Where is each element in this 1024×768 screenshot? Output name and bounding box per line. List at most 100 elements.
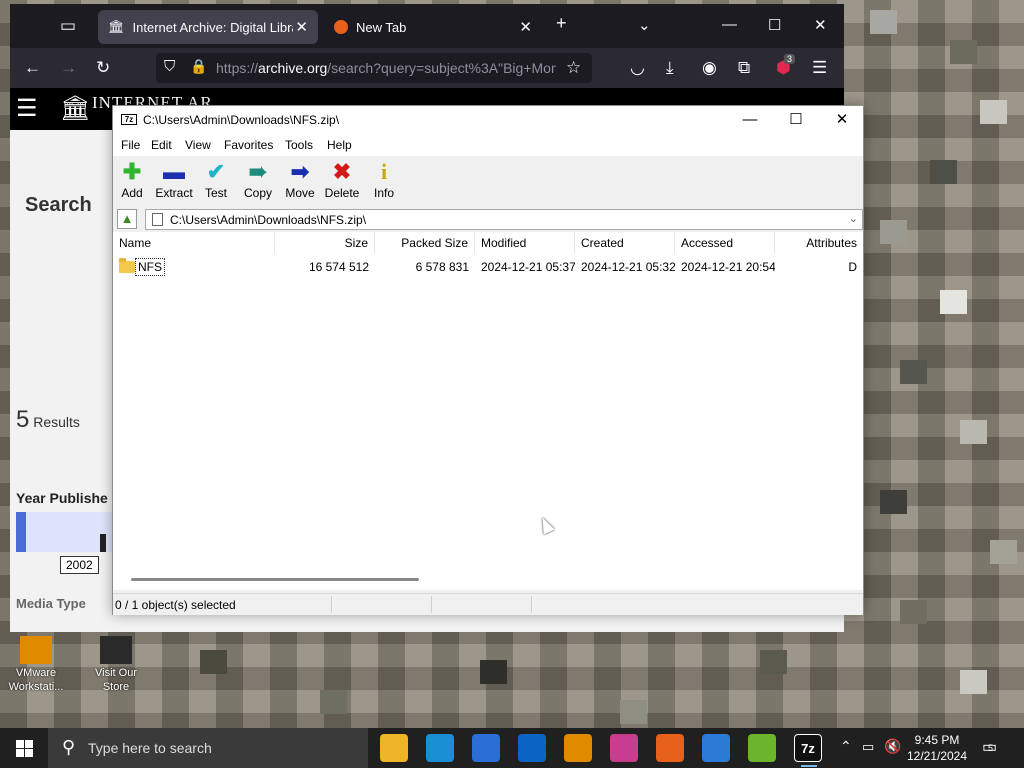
- forward-icon[interactable]: →: [60, 58, 77, 78]
- extract-button[interactable]: ▬ Extract: [153, 160, 195, 201]
- taskbar-app-firefox-icon[interactable]: [656, 734, 684, 762]
- minimize-icon[interactable]: —: [727, 109, 773, 131]
- taskbar-app-app-green-icon[interactable]: [748, 734, 776, 762]
- folder-up-icon[interactable]: ▲: [117, 209, 137, 229]
- chevron-up-icon[interactable]: ⌃: [840, 738, 852, 755]
- close-icon[interactable]: ✕: [814, 16, 827, 34]
- tab-new-tab[interactable]: New Tab ✕: [324, 10, 542, 44]
- menu-help[interactable]: Help: [327, 138, 352, 152]
- menu-file[interactable]: File: [121, 138, 140, 152]
- file-attributes: D: [848, 260, 857, 274]
- tab-title: New Tab: [356, 19, 407, 35]
- url-bar[interactable]: ⛉ 🔒 https://archive.org/search?query=sub…: [156, 53, 592, 83]
- x-icon: ✖: [332, 159, 352, 184]
- tab-internet-archive[interactable]: 🏛 Internet Archive: Digital Library ✕: [98, 10, 318, 44]
- add-button[interactable]: ✚ Add: [111, 159, 153, 201]
- copy-arrows-icon: ➠: [248, 159, 268, 184]
- hamburger-icon[interactable]: ☰: [16, 94, 38, 123]
- maximize-icon[interactable]: ☐: [773, 109, 819, 131]
- extension-badge: 3: [784, 54, 796, 64]
- navigation-bar: ← → ↻ ⛉ 🔒 https://archive.org/search?que…: [10, 48, 844, 88]
- url-text: https://archive.org/search?query=subject…: [216, 60, 556, 76]
- taskbar-app-app-pink-icon[interactable]: [610, 734, 638, 762]
- chevron-down-icon[interactable]: ⌄: [638, 16, 651, 34]
- 7zip-window: 7z C:\Users\Admin\Downloads\NFS.zip\ — ☐…: [112, 105, 864, 615]
- firefox-favicon-icon: [334, 20, 348, 34]
- extensions-icon[interactable]: ⧉: [738, 58, 750, 78]
- tab-bar: ▭ 🏛 Internet Archive: Digital Library ✕ …: [10, 4, 844, 48]
- menu-favorites[interactable]: Favorites: [224, 138, 273, 152]
- taskbar-app-7zip-icon[interactable]: 7z: [794, 734, 822, 767]
- windows-logo-icon: [25, 740, 33, 748]
- vmware-icon: [20, 636, 52, 664]
- search-icon: ⚲: [62, 737, 76, 757]
- taskbar-app-vmware-icon[interactable]: [564, 734, 592, 762]
- status-divider: [531, 596, 532, 613]
- tab-overview-icon[interactable]: ▭: [60, 16, 76, 36]
- status-bar: 0 / 1 object(s) selected: [113, 593, 863, 615]
- test-button[interactable]: ✔ Test: [195, 159, 237, 201]
- column-modified[interactable]: Modified: [475, 232, 575, 254]
- minimize-icon[interactable]: —: [722, 16, 737, 33]
- lock-icon[interactable]: 🔒: [190, 58, 207, 75]
- back-icon[interactable]: ←: [24, 58, 41, 78]
- download-icon[interactable]: ⤓: [666, 58, 674, 78]
- info-button[interactable]: i Info: [363, 160, 405, 201]
- table-row[interactable]: NFS 16 574 512 6 578 831 2024-12-21 05:3…: [113, 256, 863, 278]
- clock[interactable]: 9:45 PM 12/21/2024: [898, 732, 976, 764]
- plus-icon: ✚: [122, 159, 142, 184]
- shield-icon[interactable]: ⛉: [164, 58, 175, 75]
- pocket-icon[interactable]: ◡: [630, 58, 645, 78]
- column-created[interactable]: Created: [575, 232, 675, 254]
- new-tab-icon[interactable]: +: [556, 13, 567, 34]
- maximize-icon[interactable]: ☐: [768, 16, 781, 34]
- archive-favicon-icon: 🏛: [108, 19, 125, 34]
- clock-time: 9:45 PM: [914, 733, 960, 747]
- file-list[interactable]: Name Size Packed Size Modified Created A…: [113, 232, 863, 590]
- close-tab-icon[interactable]: ✕: [295, 18, 308, 36]
- reload-icon[interactable]: ↻: [96, 58, 110, 78]
- status-divider: [431, 596, 432, 613]
- media-type-heading: Media Type: [16, 596, 86, 611]
- desktop-icon-visit-store[interactable]: Visit Our Store: [84, 636, 148, 694]
- taskbar-app-store-icon[interactable]: [472, 734, 500, 762]
- year-histogram[interactable]: [16, 512, 112, 552]
- column-packed-size[interactable]: Packed Size: [375, 232, 475, 254]
- check-icon: ✔: [206, 159, 226, 184]
- menu-view[interactable]: View: [185, 138, 211, 152]
- status-divider: [331, 596, 332, 613]
- arrow-right-icon: ➡: [290, 159, 310, 184]
- close-icon[interactable]: ✕: [819, 109, 865, 131]
- histogram-handle[interactable]: [16, 512, 26, 552]
- start-button[interactable]: [0, 728, 48, 768]
- notification-icon[interactable]: ▭ 5: [982, 737, 997, 757]
- archive-logo-icon[interactable]: 🏛: [60, 94, 90, 123]
- menu-icon[interactable]: ☰: [812, 58, 827, 78]
- taskbar-app-outlook-icon[interactable]: [518, 734, 546, 762]
- column-accessed[interactable]: Accessed: [675, 232, 775, 254]
- horizontal-scrollbar[interactable]: [131, 578, 419, 581]
- taskbar-app-photos-icon[interactable]: [702, 734, 730, 762]
- taskbar-app-file-explorer-icon[interactable]: [380, 734, 408, 762]
- delete-button[interactable]: ✖ Delete: [321, 159, 363, 201]
- taskbar-app-edge-icon[interactable]: [426, 734, 454, 762]
- taskbar-search[interactable]: ⚲ Type here to search: [48, 728, 368, 768]
- chevron-down-icon[interactable]: ⌄: [849, 212, 858, 225]
- column-attributes[interactable]: Attributes: [775, 232, 863, 254]
- file-created: 2024-12-21 05:32: [581, 260, 675, 274]
- file-name: NFS: [135, 258, 165, 276]
- menu-edit[interactable]: Edit: [151, 138, 172, 152]
- column-size[interactable]: Size: [275, 232, 375, 254]
- address-input[interactable]: C:\Users\Admin\Downloads\NFS.zip\ ⌄: [145, 209, 863, 230]
- menu-tools[interactable]: Tools: [285, 138, 313, 152]
- close-tab-icon[interactable]: ✕: [519, 18, 532, 36]
- bookmark-star-icon[interactable]: ☆: [566, 58, 581, 78]
- move-button[interactable]: ➡ Move: [279, 159, 321, 201]
- desktop-icon-vmware[interactable]: VMware Workstati...: [4, 636, 68, 694]
- results-count: 5 Results: [16, 406, 80, 433]
- network-icon[interactable]: ▭: [862, 739, 874, 755]
- account-icon[interactable]: ◉: [702, 58, 717, 78]
- copy-button[interactable]: ➠ Copy: [237, 159, 279, 201]
- column-name[interactable]: Name: [113, 232, 275, 254]
- year-published-heading: Year Publishe: [16, 490, 108, 506]
